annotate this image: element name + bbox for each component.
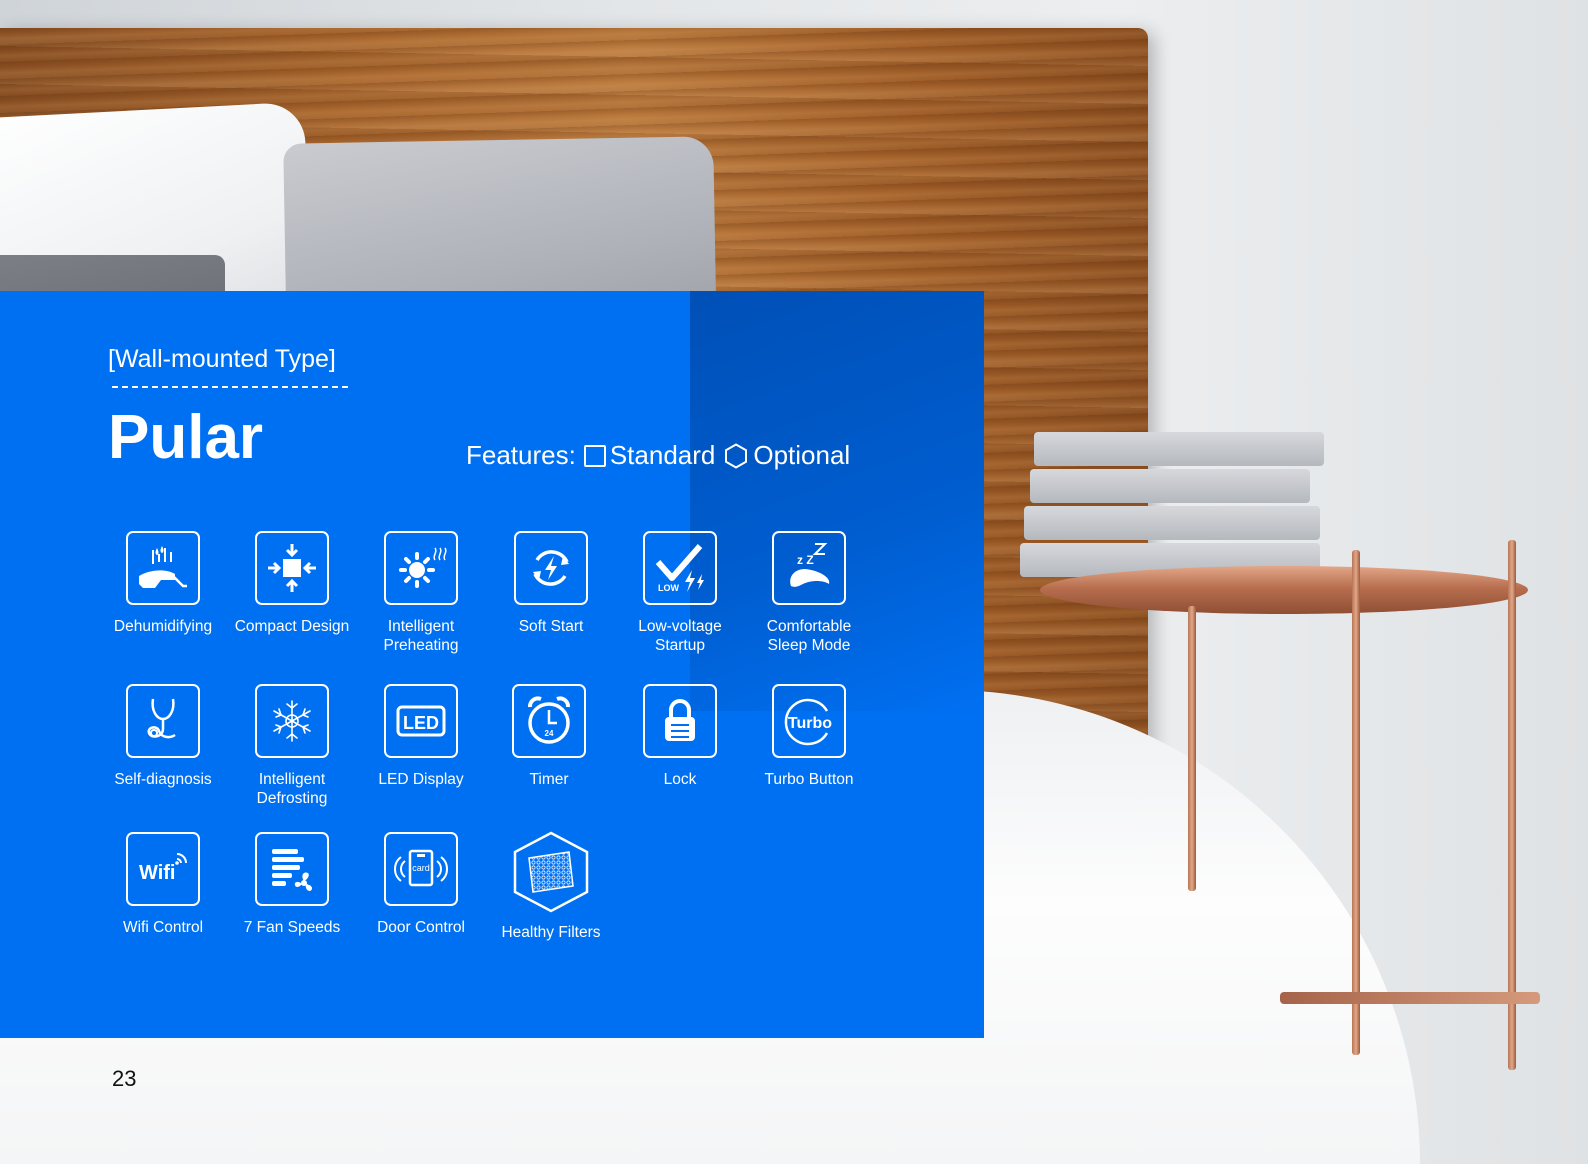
soft-start-icon [514,531,588,605]
wifi-icon: Wifi [126,832,200,906]
feature-label: Soft Start [518,618,584,635]
preheating-icon [384,531,458,605]
self-diagnosis-icon [126,684,200,758]
side-table-shelf [1280,992,1540,1004]
dashed-divider [112,386,348,388]
sleep-mode-icon: z Z [772,531,846,605]
feature-wifi-control: Wifi Wifi Control [100,832,226,937]
feature-label: Intelligent Preheating [383,618,459,654]
wifi-text: Wifi [139,862,175,884]
feature-compact-design: Compact Design [229,531,355,636]
healthy-filter-icon [513,831,589,913]
feature-timer: 24 Timer [486,684,612,789]
door-control-icon: card [384,832,458,906]
feature-label: Self-diagnosis [114,771,212,788]
feature-label: Lock [663,771,697,788]
feature-low-voltage-startup: LOW Low-voltage Startup [617,531,743,655]
feature-healthy-filters: Healthy Filters [488,830,614,942]
zz-text: z Z [797,553,814,567]
led-text: LED [403,713,439,733]
features-legend-prefix: Features: [466,440,576,470]
feature-label: Dehumidifying [113,618,213,635]
feature-label: Compact Design [234,618,350,635]
feature-label: 7 Fan Speeds [243,919,341,936]
feature-label: Comfortable Sleep Mode [766,618,852,654]
feature-label: LED Display [378,771,464,788]
feature-label: Healthy Filters [501,924,601,941]
feature-soft-start: Soft Start [488,531,614,636]
fan-speeds-icon [255,832,329,906]
page-number: 23 [112,1066,137,1091]
card-text: card [412,863,430,873]
turbo-text: Turbo [788,715,832,732]
feature-label: Intelligent Defrosting [256,771,328,807]
standard-label: Standard [609,440,716,470]
defrosting-icon [255,684,329,758]
feature-led-display: LED LED Display [358,684,484,789]
hexagon-key-icon [725,442,748,469]
feature-label: Low-voltage Startup [638,618,722,654]
model-title: Pular [108,403,264,472]
lock-icon [643,684,717,758]
feature-turbo-button: Turbo Turbo Button [746,684,872,789]
feature-sleep-mode: z Z Comfortable Sleep Mode [746,531,872,655]
turbo-icon: Turbo [772,684,846,758]
feature-label: Turbo Button [764,771,854,788]
feature-intelligent-defrosting: Intelligent Defrosting [229,684,355,808]
table-leg [1508,540,1516,1070]
feature-label: Door Control [377,919,465,936]
table-leg [1352,550,1360,1055]
led-display-icon: LED [384,684,458,758]
side-table-top [1040,566,1528,614]
dehumidify-icon [126,531,200,605]
feature-door-control: card Door Control [358,832,484,937]
timer-icon: 24 [512,684,586,758]
square-key-icon [583,444,606,467]
feature-self-diagnosis: Self-diagnosis [100,684,226,789]
feature-label: Wifi Control [122,919,204,936]
features-legend: Features: Standard Optional [466,440,850,471]
feature-7-fan-speeds: 7 Fan Speeds [229,832,355,937]
book-stack [1020,432,1330,580]
optional-label: Optional [753,440,851,470]
low-voltage-icon: LOW [643,531,717,605]
feature-intelligent-preheating: Intelligent Preheating [358,531,484,655]
feature-lock: Lock [617,684,743,789]
table-leg [1188,606,1196,891]
feature-label: Timer [529,771,569,788]
compact-design-icon [255,531,329,605]
product-type-label: [Wall-mounted Type] [108,345,336,373]
low-text: LOW [658,583,679,593]
feature-dehumidifying: Dehumidifying [100,531,226,636]
timer-24-text: 24 [545,729,554,738]
